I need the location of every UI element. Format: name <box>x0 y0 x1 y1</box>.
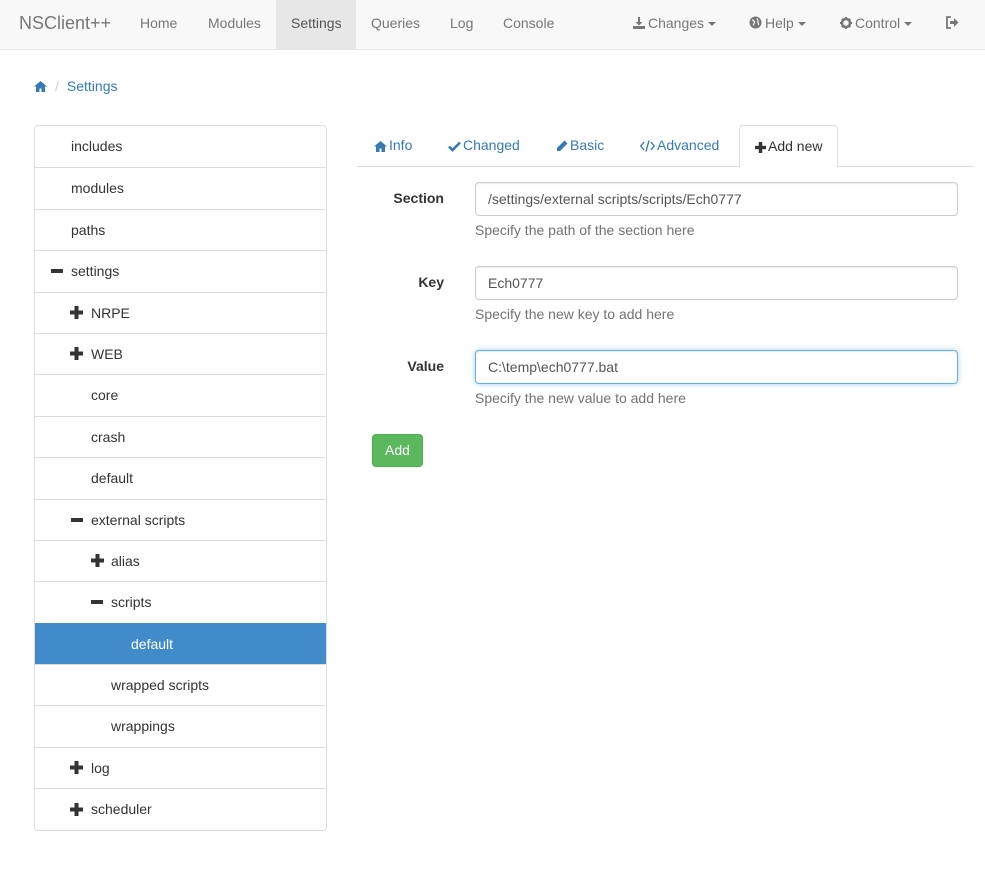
plus-icon[interactable] <box>69 789 83 829</box>
nav-changes-dropdown[interactable]: Changes <box>618 0 731 49</box>
tree-item-label: default <box>131 635 174 652</box>
tree-item-web[interactable]: WEB <box>35 332 326 374</box>
tree-item-label: includes <box>71 138 123 154</box>
tree-item-includes[interactable]: includes <box>35 126 326 167</box>
tree-item-label: default <box>91 470 134 487</box>
tree-item-nrpe[interactable]: NRPE <box>35 291 326 333</box>
home-icon <box>374 141 387 152</box>
tree-item-label: wrappings <box>111 718 175 735</box>
nav-help-dropdown[interactable]: Help <box>734 0 821 49</box>
tree-item-core[interactable]: core <box>35 374 326 415</box>
tab-label: Add new <box>768 138 823 154</box>
tab-label: Info <box>389 137 413 153</box>
tree-item-label: core <box>91 387 119 404</box>
nav-control-dropdown[interactable]: Control <box>825 0 927 49</box>
tree-item-scripts[interactable]: scripts <box>35 581 326 622</box>
tree-item-wrappings[interactable]: wrappings <box>35 705 326 746</box>
tree-item-wrapped-scripts[interactable]: wrapped scripts <box>35 664 326 705</box>
download-icon <box>633 1 645 48</box>
caret-down-icon <box>904 22 913 27</box>
tab-add-new[interactable]: Add new <box>739 125 839 168</box>
plus-icon[interactable] <box>90 541 104 581</box>
tree-item-label: modules <box>71 180 124 197</box>
key-label: Key <box>418 274 444 290</box>
tab-label: Changed <box>463 137 520 153</box>
plus-icon <box>755 142 766 153</box>
key-help-text: Specify the new key to add here <box>475 306 675 322</box>
tab-basic[interactable]: Basic <box>541 125 619 167</box>
tree-item-log[interactable]: log <box>35 746 326 788</box>
tab-advanced[interactable]: Advanced <box>625 125 734 167</box>
settings-tabs: Info Changed Basic Advanced Add new <box>357 125 974 168</box>
tree-item-label: scripts <box>111 594 152 611</box>
tree-item-crash[interactable]: crash <box>35 415 326 457</box>
nav-console[interactable]: Console <box>488 0 569 49</box>
breadcrumb-separator: / <box>55 78 59 94</box>
tab-info[interactable]: Info <box>359 125 427 167</box>
tree-item-external-scripts[interactable]: external scripts <box>35 498 326 540</box>
minus-icon[interactable] <box>90 582 104 622</box>
plus-icon[interactable] <box>69 748 83 788</box>
minus-icon[interactable] <box>70 500 84 540</box>
section-input[interactable] <box>475 182 958 216</box>
breadcrumb: / Settings <box>34 76 117 96</box>
tree-item-label: WEB <box>91 345 123 362</box>
tree-item-label: log <box>91 759 110 776</box>
tree-item-label: settings <box>71 263 120 280</box>
tree-item-scripts-default[interactable]: default <box>35 622 326 665</box>
caret-down-icon <box>797 22 806 27</box>
nav-modules[interactable]: Modules <box>193 0 276 49</box>
minus-icon[interactable] <box>50 251 64 291</box>
code-icon <box>639 140 656 152</box>
tree-item-label: NRPE <box>91 304 130 321</box>
tree-item-label: paths <box>71 221 106 238</box>
gear-icon <box>840 1 852 48</box>
caret-down-icon <box>708 22 717 27</box>
value-help-text: Specify the new value to add here <box>475 390 686 406</box>
key-input[interactable] <box>475 266 958 300</box>
pencil-icon <box>557 140 568 151</box>
nav-settings[interactable]: Settings <box>276 0 356 49</box>
value-input[interactable] <box>475 350 958 384</box>
brand-logo[interactable]: NSClient++ <box>19 0 111 50</box>
top-navbar: NSClient++ Home Modules Settings Queries… <box>0 0 985 50</box>
tree-item-paths[interactable]: paths <box>35 208 326 250</box>
tab-changed[interactable]: Changed <box>433 125 535 167</box>
nav-log[interactable]: Log <box>435 0 488 49</box>
add-button[interactable]: Add <box>372 434 423 467</box>
section-label: Section <box>393 190 444 206</box>
tree-item-settings[interactable]: settings <box>35 250 326 291</box>
tree-item-label: wrapped scripts <box>111 677 210 694</box>
tree-item-modules[interactable]: modules <box>35 167 326 208</box>
check-icon <box>448 141 461 152</box>
value-label: Value <box>407 358 444 374</box>
nav-help-label: Help <box>765 15 794 31</box>
settings-tree: includes modules paths settings NRPE WEB… <box>34 125 327 831</box>
tree-item-scheduler[interactable]: scheduler <box>35 788 326 829</box>
sign-out-icon <box>945 1 959 48</box>
tree-item-default[interactable]: default <box>35 457 326 498</box>
tree-item-label: crash <box>91 428 126 445</box>
tab-label: Advanced <box>657 137 720 153</box>
logout-button[interactable] <box>930 0 977 49</box>
home-icon[interactable] <box>34 77 47 97</box>
section-help-text: Specify the path of the section here <box>475 222 695 238</box>
globe-icon <box>749 1 762 48</box>
tree-item-label: scheduler <box>91 801 152 818</box>
nav-home[interactable]: Home <box>125 0 192 49</box>
tree-item-alias[interactable]: alias <box>35 539 326 581</box>
tree-item-label: external scripts <box>91 511 186 528</box>
plus-icon[interactable] <box>69 293 83 333</box>
breadcrumb-settings[interactable]: Settings <box>67 78 118 94</box>
nav-control-label: Control <box>855 15 901 31</box>
nav-queries[interactable]: Queries <box>356 0 435 49</box>
nav-changes-label: Changes <box>648 15 705 31</box>
tab-label: Basic <box>570 137 605 153</box>
tree-item-label: alias <box>111 552 140 569</box>
plus-icon[interactable] <box>69 334 83 374</box>
